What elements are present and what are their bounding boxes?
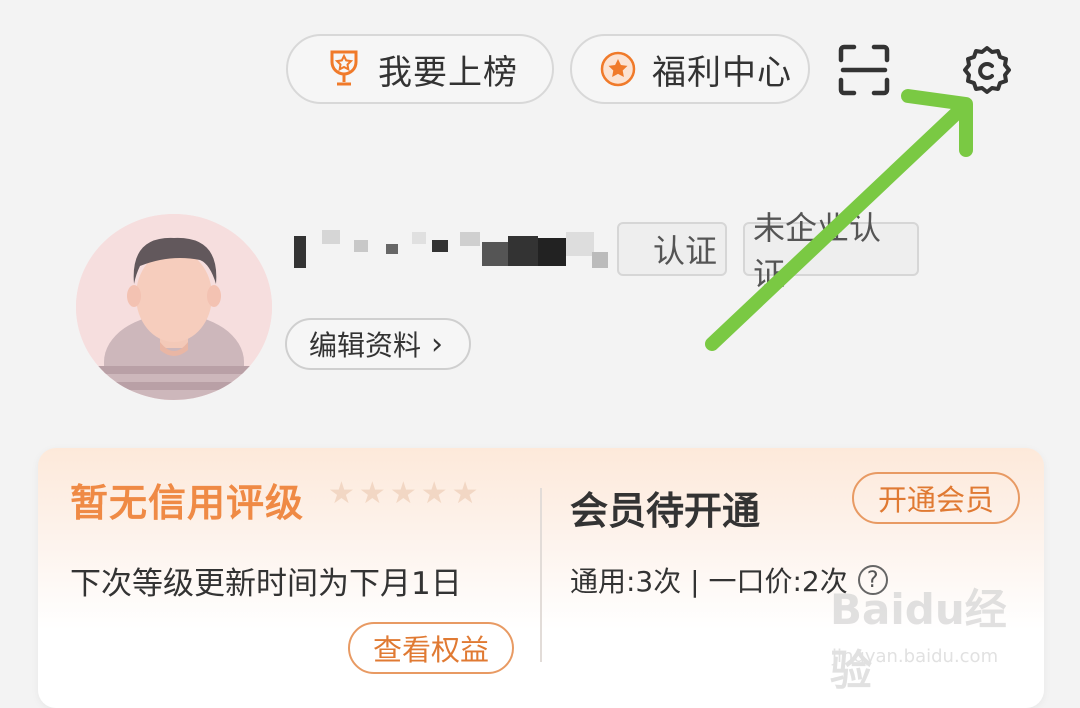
avatar[interactable]: [76, 214, 272, 400]
username-redacted: [292, 222, 610, 272]
ranking-button[interactable]: 我要上榜: [286, 34, 554, 104]
star-icon: ★: [358, 476, 386, 511]
card-divider: [540, 488, 542, 662]
membership-status-title: 会员待开通: [570, 489, 761, 533]
paw-icon: du: [904, 585, 965, 634]
credit-update-note: 下次等级更新时间为下月1日: [70, 566, 462, 602]
settings-gear-icon[interactable]: [960, 44, 1014, 98]
star-badge-icon: [598, 49, 638, 89]
view-benefits-button[interactable]: 查看权益: [348, 622, 514, 674]
scan-icon[interactable]: [838, 44, 890, 96]
star-icon: ★: [451, 476, 479, 511]
star-icon: ★: [328, 476, 355, 511]
ranking-label: 我要上榜: [378, 52, 518, 93]
trophy-icon: [324, 49, 364, 89]
credit-star-rating: ★ ★ ★ ★ ★: [328, 476, 479, 511]
edit-profile-label: 编辑资料: [309, 329, 422, 362]
star-icon: ★: [420, 476, 448, 511]
top-bar: 我要上榜 福利中心: [0, 34, 1080, 106]
watermark-brand: Baidu经验: [830, 585, 1007, 695]
edit-profile-button[interactable]: 编辑资料 ›: [285, 318, 471, 370]
baidu-jingyan-watermark: Baidu经验 jingyan.baidu.com: [826, 576, 1036, 695]
membership-usage-text: 通用:3次 | 一口价:2次: [570, 565, 848, 598]
welfare-center-label: 福利中心: [652, 52, 792, 93]
welfare-center-button[interactable]: 福利中心: [570, 34, 810, 104]
star-icon: ★: [389, 476, 417, 511]
credit-rating-title: 暂无信用评级: [70, 481, 305, 525]
enterprise-verification-tag[interactable]: 未企业认证: [743, 209, 919, 293]
watermark-url: jingyan.baidu.com: [832, 646, 999, 667]
chevron-right-icon: ›: [431, 326, 444, 362]
open-membership-button[interactable]: 开通会员: [852, 472, 1020, 524]
personal-verification-tag[interactable]: 认证: [617, 222, 727, 276]
